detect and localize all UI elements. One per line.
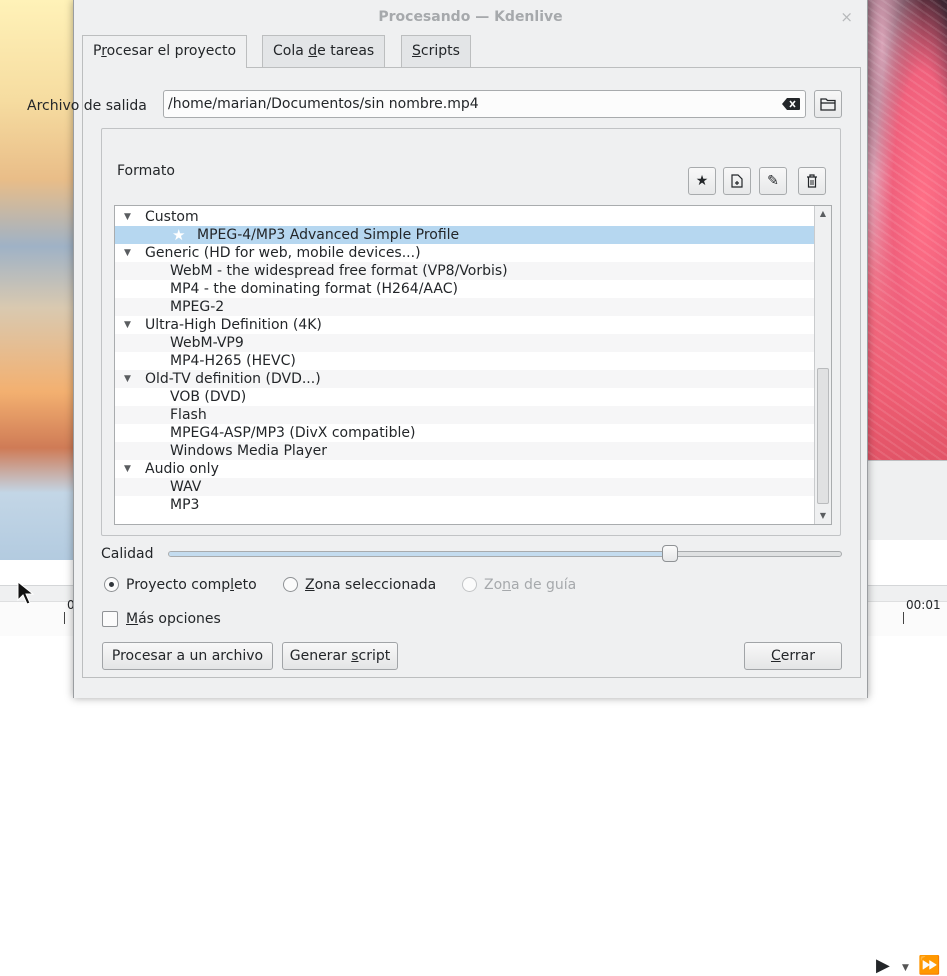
format-label: Formato [117, 163, 175, 179]
profile-name: Audio only [145, 461, 219, 477]
tree-group-row[interactable]: ▼ Generic (HD for web, mobile devices...) [115, 244, 815, 262]
tab-job-queue[interactable]: Cola de tareas [262, 35, 386, 67]
monitor-controls: ▶ ▼ ⏩ [866, 460, 947, 976]
list-item[interactable]: MP4 - the dominating format (H264/AAC) [115, 280, 815, 298]
profile-name: Flash [170, 407, 207, 423]
window-titlebar[interactable]: Procesando — Kdenlive × [74, 0, 867, 35]
profile-name: Custom [145, 209, 199, 225]
scroll-down-icon[interactable]: ▼ [815, 508, 831, 524]
background-clip-left [0, 0, 80, 560]
quality-slider[interactable] [168, 551, 842, 557]
favorite-star-icon: ★ [172, 226, 186, 244]
quality-slider-fill [169, 552, 666, 556]
play-icon[interactable]: ▶ [876, 955, 890, 976]
list-item[interactable]: ★ MPEG-4/MP3 Advanced Simple Profile [115, 226, 815, 244]
radio-full-project-label[interactable]: Proyecto completo [126, 577, 257, 593]
star-icon: ★ [695, 173, 709, 189]
expand-arrow-icon[interactable]: ▼ [124, 208, 131, 226]
tree-group-row[interactable]: ▼ Old-TV definition (DVD...) [115, 370, 815, 388]
quality-slider-handle[interactable] [662, 545, 678, 562]
output-file-value: /home/marian/Documentos/sin nombre.mp4 [168, 96, 479, 112]
list-item[interactable]: WAV [115, 478, 815, 496]
profile-name: MPEG4-ASP/MP3 (DivX compatible) [170, 425, 416, 441]
mouse-cursor-icon [17, 580, 35, 605]
edit-profile-button[interactable]: ✎ [759, 167, 787, 195]
favorite-profile-button[interactable]: ★ [688, 167, 716, 195]
output-file-input[interactable]: /home/marian/Documentos/sin nombre.mp4 [163, 90, 806, 118]
tree-group-row[interactable]: ▼ Ultra-High Definition (4K) [115, 316, 815, 334]
output-file-label: Archivo de salida [27, 98, 147, 114]
ruler-tick [903, 612, 904, 624]
tab-render-project[interactable]: Procesar el proyecto [82, 35, 248, 68]
expand-arrow-icon[interactable]: ▼ [124, 460, 131, 478]
radio-guide-zone-label: Zona de guía [484, 577, 577, 593]
expand-arrow-icon[interactable]: ▼ [124, 316, 131, 334]
radio-guide-zone [462, 577, 477, 592]
radio-selected-zone-label[interactable]: Zona seleccionada [305, 577, 436, 593]
fast-forward-icon[interactable]: ⏩ [918, 955, 940, 976]
list-item[interactable]: VOB (DVD) [115, 388, 815, 406]
profile-name: Windows Media Player [170, 443, 328, 459]
radio-selected-zone[interactable] [283, 577, 298, 592]
list-item[interactable]: WebM - the widespread free format (VP8/V… [115, 262, 815, 280]
tree-group-row[interactable]: ▼ Audio only [115, 460, 815, 478]
close-icon[interactable]: × [840, 0, 853, 35]
expand-arrow-icon[interactable]: ▼ [124, 370, 131, 388]
profile-list-scrollbar[interactable]: ▲ ▼ [814, 206, 831, 524]
folder-open-icon [820, 98, 836, 111]
scrollbar-thumb[interactable] [817, 368, 829, 504]
ruler-tick [64, 612, 65, 624]
scroll-up-icon[interactable]: ▲ [815, 206, 831, 222]
render-to-file-button[interactable]: Procesar a un archivo [102, 642, 273, 670]
profile-name: VOB (DVD) [170, 389, 247, 405]
profile-name: MP4-H265 (HEVC) [170, 353, 296, 369]
close-button[interactable]: Cerrar [744, 642, 842, 670]
trash-icon [807, 174, 817, 188]
profile-name: MP3 [170, 497, 200, 513]
window-title: Procesando — Kdenlive [378, 9, 563, 25]
profile-name: MPEG-2 [170, 299, 225, 315]
new-document-icon [731, 174, 743, 188]
format-profile-tree[interactable]: ▼ Custom ★ MPEG-4/MP3 Advanced Simple Profi… [114, 205, 832, 525]
tree-group-row[interactable]: ▼ Custom [115, 208, 815, 226]
video-monitor-preview [866, 0, 947, 460]
list-item[interactable]: Windows Media Player [115, 442, 815, 460]
delete-profile-button[interactable] [798, 167, 826, 195]
play-dropdown-icon[interactable]: ▼ [902, 963, 909, 973]
list-item[interactable]: Flash [115, 406, 815, 424]
timeline-timecode-right: 00:01 [906, 598, 941, 612]
more-options-checkbox[interactable] [102, 611, 118, 627]
expand-arrow-icon[interactable]: ▼ [124, 244, 131, 262]
new-profile-button[interactable] [723, 167, 751, 195]
profile-name: WebM - the widespread free format (VP8/V… [170, 263, 508, 279]
list-item[interactable]: MPEG-2 [115, 298, 815, 316]
profile-name: WAV [170, 479, 202, 495]
profile-name: Generic (HD for web, mobile devices...) [145, 245, 421, 261]
profile-name: MPEG-4/MP3 Advanced Simple Profile [197, 227, 460, 243]
quality-label: Calidad [101, 546, 154, 562]
generate-script-button[interactable]: Generar script [282, 642, 398, 670]
list-item[interactable]: WebM-VP9 [115, 334, 815, 352]
list-item[interactable]: MP4-H265 (HEVC) [115, 352, 815, 370]
radio-full-project[interactable] [104, 577, 119, 592]
profile-name: Old-TV definition (DVD...) [145, 371, 321, 387]
profile-name: Ultra-High Definition (4K) [145, 317, 322, 333]
list-item[interactable]: MPEG4-ASP/MP3 (DivX compatible) [115, 424, 815, 442]
pencil-icon: ✎ [767, 173, 779, 189]
list-item[interactable]: MP3 [115, 496, 815, 514]
open-folder-button[interactable] [814, 90, 842, 118]
tab-scripts[interactable]: Scripts [401, 35, 471, 67]
profile-name: MP4 - the dominating format (H264/AAC) [170, 281, 458, 297]
profile-name: WebM-VP9 [170, 335, 244, 351]
clear-text-icon[interactable] [782, 98, 800, 110]
more-options-label[interactable]: Más opciones [126, 611, 221, 627]
